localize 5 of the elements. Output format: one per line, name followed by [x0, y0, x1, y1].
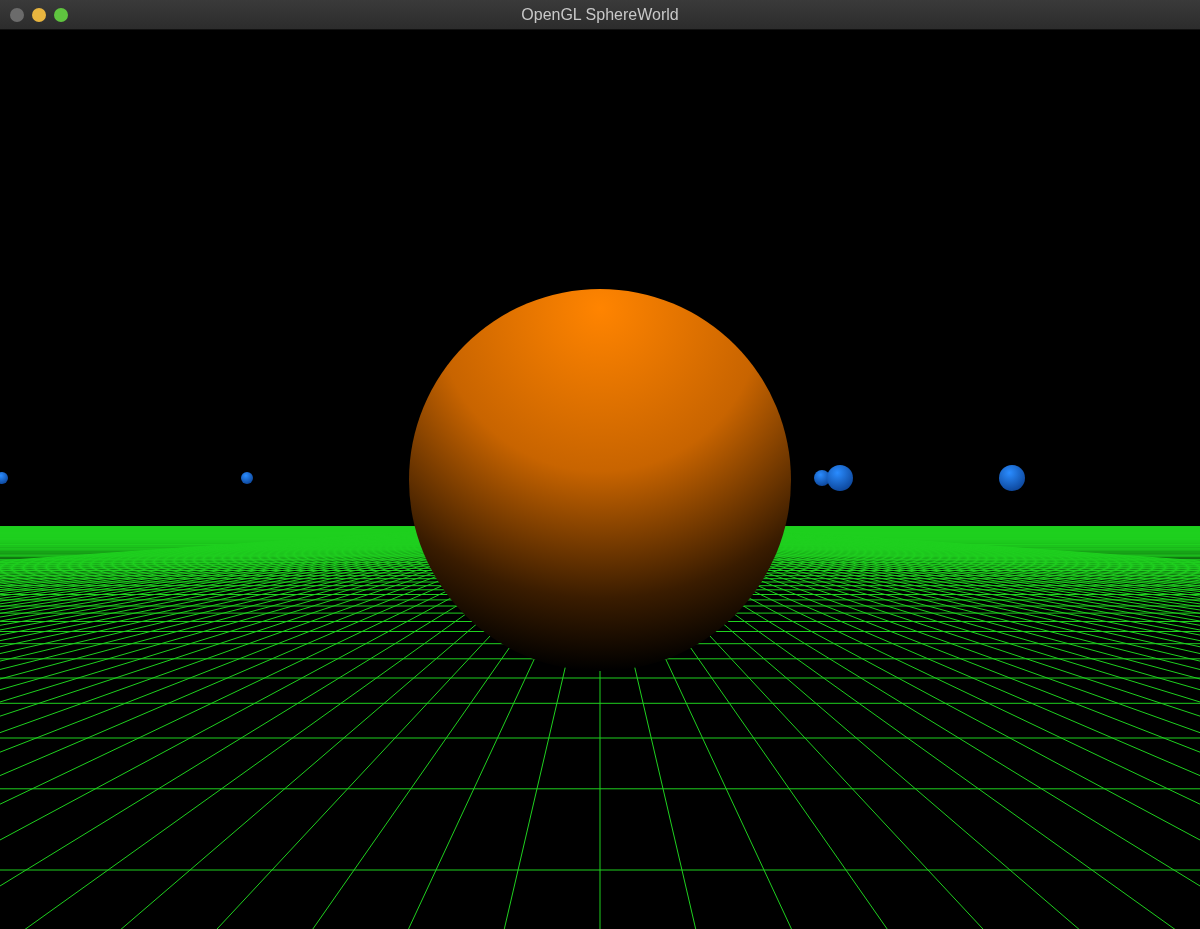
zoom-button[interactable] [54, 8, 68, 22]
small-sphere [241, 472, 253, 484]
minimize-button[interactable] [32, 8, 46, 22]
small-sphere [999, 465, 1025, 491]
window-title: OpenGL SphereWorld [521, 5, 679, 24]
